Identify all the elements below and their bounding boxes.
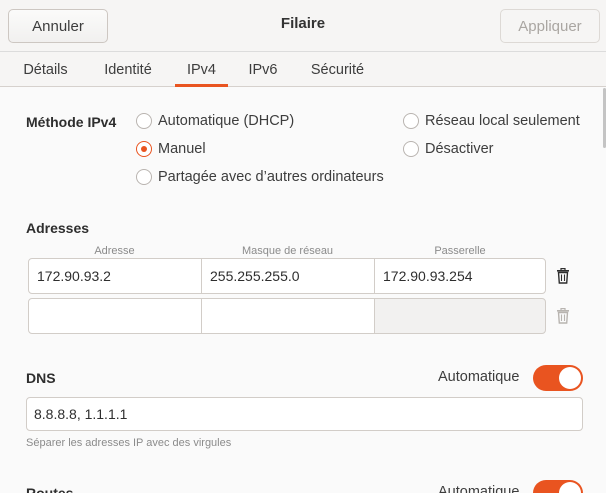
- ipv4-settings-panel: Méthode IPv4 Automatique (DHCP) Réseau l…: [0, 88, 606, 493]
- dns-hint-text: Séparer les adresses IP avec des virgule…: [26, 437, 232, 449]
- netmask-input[interactable]: [201, 298, 375, 334]
- tab-security[interactable]: Sécurité: [298, 52, 377, 87]
- radio-indicator-checked: [136, 141, 152, 157]
- routes-automatic-label: Automatique: [438, 484, 520, 493]
- radio-indicator: [403, 113, 419, 129]
- radio-indicator: [136, 113, 152, 129]
- radio-label: Désactiver: [425, 141, 494, 157]
- delete-address-button[interactable]: [550, 258, 576, 294]
- column-header-gateway: Passerelle: [434, 245, 486, 257]
- radio-label: Réseau local seulement: [425, 113, 580, 129]
- dns-section-label: DNS: [26, 370, 56, 386]
- address-row: [28, 298, 569, 334]
- radio-local-only[interactable]: Réseau local seulement: [403, 113, 580, 129]
- column-header-netmask: Masque de réseau: [241, 245, 334, 257]
- tab-details[interactable]: Détails: [8, 52, 83, 87]
- dns-automatic-label: Automatique: [438, 369, 520, 385]
- radio-label: Automatique (DHCP): [158, 113, 295, 129]
- radio-disable[interactable]: Désactiver: [403, 141, 494, 157]
- connection-settings-dialog: Annuler Filaire Appliquer Détails Identi…: [0, 0, 606, 493]
- radio-indicator: [136, 169, 152, 185]
- apply-button[interactable]: Appliquer: [500, 9, 600, 43]
- gateway-input[interactable]: 172.90.93.254: [374, 258, 546, 294]
- delete-address-button: [550, 298, 576, 334]
- dialog-title: Filaire: [280, 15, 326, 32]
- address-row: 172.90.93.2 255.255.255.0 172.90.93.254: [28, 258, 569, 294]
- routes-section-label: Routes: [26, 485, 74, 493]
- radio-label: Partagée avec d’autres ordinateurs: [158, 169, 384, 185]
- dns-automatic-toggle[interactable]: [533, 365, 583, 391]
- radio-manual[interactable]: Manuel: [136, 141, 206, 157]
- radio-shared[interactable]: Partagée avec d’autres ordinateurs: [136, 169, 384, 185]
- netmask-input[interactable]: 255.255.255.0: [201, 258, 375, 294]
- radio-indicator: [403, 141, 419, 157]
- trash-icon: [557, 308, 569, 324]
- address-input[interactable]: 172.90.93.2: [28, 258, 202, 294]
- address-input[interactable]: [28, 298, 202, 334]
- routes-automatic-toggle[interactable]: [533, 480, 583, 493]
- tab-ipv6[interactable]: IPv6: [238, 52, 288, 87]
- dns-servers-input[interactable]: 8.8.8.8, 1.1.1.1: [26, 397, 583, 431]
- tab-ipv4[interactable]: IPv4: [175, 52, 228, 87]
- radio-automatic-dhcp[interactable]: Automatique (DHCP): [136, 113, 294, 129]
- trash-icon: [557, 268, 569, 284]
- gateway-input[interactable]: [374, 298, 546, 334]
- tab-identity[interactable]: Identité: [91, 52, 165, 87]
- radio-label: Manuel: [158, 141, 206, 157]
- header-bar: Annuler Filaire Appliquer: [0, 0, 606, 52]
- ipv4-method-label: Méthode IPv4: [26, 114, 117, 130]
- tab-bar: Détails Identité IPv4 IPv6 Sécurité: [0, 52, 606, 87]
- cancel-button[interactable]: Annuler: [8, 9, 108, 43]
- addresses-section-label: Adresses: [26, 220, 90, 236]
- column-header-address: Adresse: [94, 245, 135, 257]
